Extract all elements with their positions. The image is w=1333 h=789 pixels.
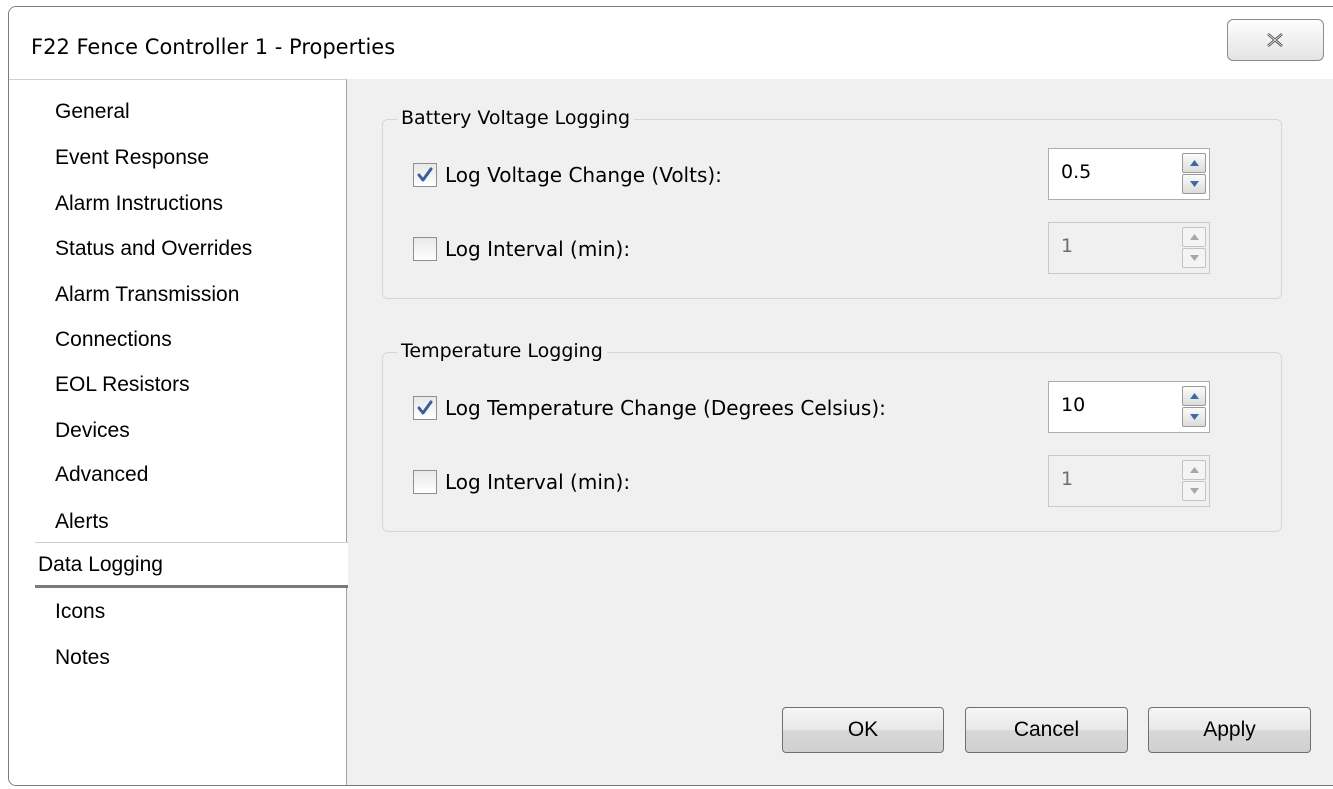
group-title: Battery Voltage Logging [397,106,635,130]
spinner-down-button[interactable] [1182,407,1206,427]
cancel-button[interactable]: Cancel [965,707,1128,753]
temperature-logging-group: Temperature Logging Log Temperature Chan… [382,339,1282,532]
log-interval-checkbox[interactable] [413,237,437,261]
arrow-down-icon [1190,181,1199,187]
arrow-up-icon [1190,393,1199,399]
spinner-up-button[interactable] [1182,153,1206,173]
log-temperature-change-checkbox[interactable] [413,396,437,420]
apply-button[interactable]: Apply [1148,707,1311,753]
spinner-value: 10 [1061,394,1086,416]
sidebar-item-notes[interactable]: Notes [55,644,110,672]
log-interval-label: Log Interval (min): [445,237,631,261]
title-bar: F22 Fence Controller 1 - Properties [9,7,1333,79]
log-temperature-change-label: Log Temperature Change (Degrees Celsius)… [445,396,886,420]
window-title: F22 Fence Controller 1 - Properties [31,35,396,59]
temperature-interval-spinner[interactable]: 1 [1048,455,1210,507]
sidebar-item-status-and-overrides[interactable]: Status and Overrides [55,235,252,263]
arrow-down-icon [1190,414,1199,420]
sidebar-item-event-response[interactable]: Event Response [55,144,209,172]
spinner-down-button[interactable] [1182,174,1206,194]
ok-button[interactable]: OK [782,707,944,753]
sidebar-item-label: Data Logging [38,553,163,576]
sidebar-item-general[interactable]: General [55,98,130,126]
sidebar-item-devices[interactable]: Devices [55,417,130,445]
spinner-down-button[interactable] [1182,248,1206,268]
sidebar-item-connections[interactable]: Connections [55,326,172,354]
checkmark-icon [417,400,433,415]
spinner-up-button[interactable] [1182,386,1206,406]
spinner-value: 0.5 [1061,161,1092,183]
properties-dialog: F22 Fence Controller 1 - Properties Gene… [8,6,1333,786]
log-interval-row: Log Interval (min): [413,235,630,263]
spinner-value: 1 [1061,468,1074,490]
sidebar-item-alarm-transmission[interactable]: Alarm Transmission [55,281,239,309]
spinner-value: 1 [1061,235,1074,257]
voltage-change-spinner[interactable]: 0.5 [1048,148,1210,200]
sidebar-item-data-logging[interactable]: Data Logging [35,542,348,588]
spinner-up-button[interactable] [1182,460,1206,480]
battery-voltage-logging-group: Battery Voltage Logging Log Voltage Chan… [382,106,1282,299]
arrow-down-icon [1190,255,1199,261]
log-interval-row: Log Interval (min): [413,468,630,496]
sidebar-item-alerts[interactable]: Alerts [55,508,109,536]
log-interval-checkbox[interactable] [413,470,437,494]
checkmark-icon [417,167,433,182]
log-voltage-change-label: Log Voltage Change (Volts): [445,163,722,187]
spinner-up-button[interactable] [1182,227,1206,247]
log-temperature-change-row: Log Temperature Change (Degrees Celsius)… [413,394,886,422]
arrow-up-icon [1190,234,1199,240]
log-voltage-change-row: Log Voltage Change (Volts): [413,161,722,189]
arrow-up-icon [1190,160,1199,166]
sidebar-item-icons[interactable]: Icons [55,598,105,626]
sidebar-item-alarm-instructions[interactable]: Alarm Instructions [55,190,223,218]
sidebar-item-eol-resistors[interactable]: EOL Resistors [55,371,190,399]
close-icon [1267,33,1283,47]
group-title: Temperature Logging [397,339,607,363]
log-interval-label: Log Interval (min): [445,470,631,494]
arrow-up-icon [1190,467,1199,473]
arrow-down-icon [1190,488,1199,494]
sidebar-nav: General Event Response Alarm Instruction… [9,79,348,785]
voltage-interval-spinner[interactable]: 1 [1048,222,1210,274]
log-voltage-change-checkbox[interactable] [413,163,437,187]
close-button[interactable] [1227,19,1324,61]
sidebar-item-advanced[interactable]: Advanced [55,461,148,489]
temperature-change-spinner[interactable]: 10 [1048,381,1210,433]
spinner-down-button[interactable] [1182,481,1206,501]
